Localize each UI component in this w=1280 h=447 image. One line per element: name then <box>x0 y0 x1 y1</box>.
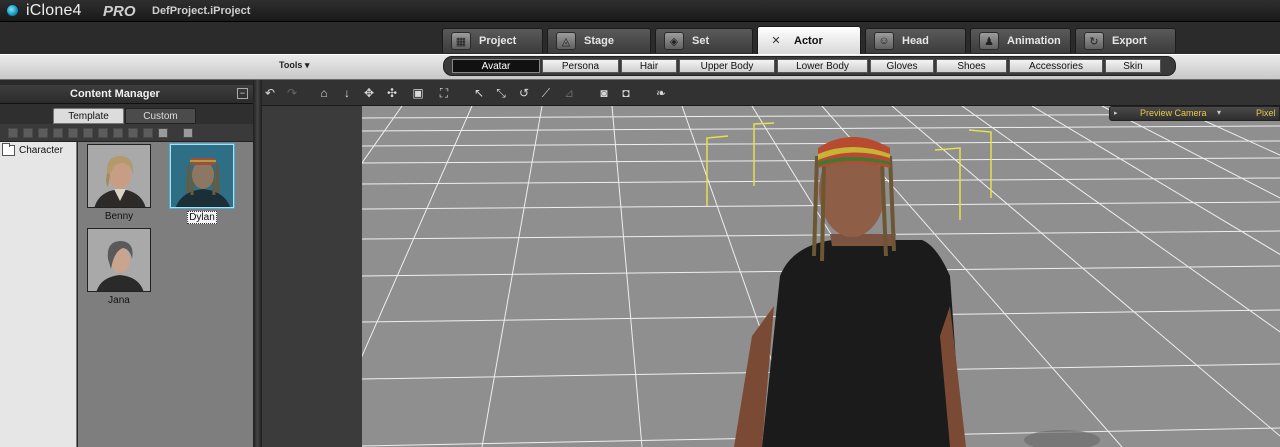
collapse-button[interactable]: − <box>237 88 248 99</box>
subtab-hair[interactable]: Hair <box>621 59 677 73</box>
tab-label: Stage <box>584 35 614 47</box>
avatar <box>88 229 150 291</box>
thumbnail-label: Jana <box>108 295 130 306</box>
scene <box>362 106 1280 447</box>
thumbnail-benny[interactable] <box>87 144 151 208</box>
thumbnail-dylan[interactable] <box>170 144 234 208</box>
app-edition: PRO <box>103 3 136 20</box>
avatar <box>171 145 233 207</box>
project-name: DefProject.iProject <box>152 5 251 17</box>
undo-icon[interactable]: ↶ <box>263 86 277 100</box>
tab-animation[interactable]: ♟ Animation <box>970 28 1071 53</box>
tab-label: Head <box>902 35 929 47</box>
subtab-shoes[interactable]: Shoes <box>936 59 1007 73</box>
paste-icon[interactable] <box>83 127 93 138</box>
stage-icon: ◬ <box>556 32 576 50</box>
cut-icon[interactable] <box>53 127 63 138</box>
template-grid: Benny Dylan Jana <box>78 142 253 447</box>
tab-label: Project <box>479 35 517 47</box>
thumbnail-label: Benny <box>104 211 134 222</box>
viewport-margin <box>262 106 362 447</box>
tools-menu[interactable]: Tools ▾ <box>279 60 309 71</box>
head-icon: ☺ <box>874 32 894 50</box>
folder-tree: Character <box>0 142 77 447</box>
tab-set[interactable]: ◈ Set <box>655 28 753 53</box>
folder-icon <box>2 143 15 156</box>
select-icon[interactable]: ↖ <box>472 86 486 100</box>
tab-label: Animation <box>1007 35 1061 47</box>
folder-up-icon[interactable] <box>38 127 48 138</box>
rotate-icon[interactable]: ✣ <box>385 86 399 100</box>
view-mode-icon[interactable] <box>158 127 168 138</box>
filter-icon[interactable] <box>143 127 153 138</box>
fit-icon[interactable]: ⛶ <box>437 86 451 100</box>
subtab-persona[interactable]: Persona <box>542 59 619 73</box>
project-icon: ▦ <box>451 32 471 50</box>
camera-expand-icon[interactable]: ▸ <box>1114 109 1118 117</box>
home-icon[interactable]: ⌂ <box>317 86 331 100</box>
paint-icon[interactable]: ❧ <box>654 86 668 100</box>
avatar <box>88 145 150 207</box>
thumbnail-jana[interactable] <box>87 228 151 292</box>
redo-icon[interactable]: ↷ <box>285 86 299 100</box>
animation-icon: ♟ <box>979 32 999 50</box>
tab-label: Export <box>1112 35 1147 47</box>
refresh-icon[interactable] <box>113 127 123 138</box>
pixel-label[interactable]: Pixel <box>1256 108 1276 118</box>
tab-label: Set <box>692 35 710 47</box>
camera-label[interactable]: Preview Camera <box>1140 108 1207 118</box>
tab-project[interactable]: ▦ Project <box>442 28 543 53</box>
app-logo-icon <box>6 4 19 17</box>
scale-icon[interactable]: ⤡ <box>494 86 508 100</box>
tab-label: Actor <box>794 34 823 47</box>
subtab-gloves[interactable]: Gloves <box>870 59 934 73</box>
tab-export[interactable]: ↻ Export <box>1075 28 1176 53</box>
folder-icon[interactable] <box>23 127 33 138</box>
panel-splitter[interactable] <box>253 80 262 447</box>
subtab-upper-body[interactable]: Upper Body <box>679 59 775 73</box>
subtab-accessories[interactable]: Accessories <box>1009 59 1103 73</box>
move-down-icon[interactable]: ↓ <box>340 86 354 100</box>
export-icon: ↻ <box>1084 32 1104 50</box>
subtab-avatar[interactable]: Avatar <box>452 59 540 73</box>
tree-item-character[interactable]: Character <box>2 143 63 156</box>
content-manager-toolbar <box>0 124 253 142</box>
actor-icon: ✕ <box>771 35 781 47</box>
sort-icon[interactable] <box>128 127 138 138</box>
tab-template[interactable]: Template <box>53 108 124 124</box>
copy-icon[interactable] <box>68 127 78 138</box>
tab-custom[interactable]: Custom <box>125 108 196 124</box>
open-folder-icon[interactable] <box>183 127 193 138</box>
orbit-icon[interactable]: ↺ <box>517 86 531 100</box>
content-manager-title: Content Manager <box>70 88 160 100</box>
delete-icon[interactable] <box>98 127 108 138</box>
align-icon[interactable]: ⊿ <box>562 86 576 100</box>
subtab-skin[interactable]: Skin <box>1105 59 1161 73</box>
tab-head[interactable]: ☺ Head <box>865 28 966 53</box>
tab-stage[interactable]: ◬ Stage <box>547 28 651 53</box>
move-icon[interactable]: ✥ <box>362 86 376 100</box>
subtab-lower-body[interactable]: Lower Body <box>777 59 868 73</box>
sub-tabs: Avatar Persona Hair Upper Body Lower Bod… <box>443 56 1176 76</box>
thumbnail-label: Dylan <box>187 211 217 224</box>
tree-item-label: Character <box>19 145 63 156</box>
set-icon: ◈ <box>664 32 684 50</box>
screenshot-icon[interactable]: ◘ <box>619 86 633 100</box>
3d-viewport[interactable] <box>362 106 1280 447</box>
chevron-down-icon[interactable]: ▾ <box>1217 108 1221 117</box>
camera-icon[interactable]: ◙ <box>597 86 611 100</box>
app-name: iClone4 <box>26 2 82 19</box>
tab-actor[interactable]: ✕ Actor <box>757 26 861 54</box>
zoom-window-icon[interactable]: ▣ <box>411 86 425 100</box>
new-folder-icon[interactable] <box>8 127 18 138</box>
snap-icon[interactable]: ⟋ <box>539 86 553 100</box>
